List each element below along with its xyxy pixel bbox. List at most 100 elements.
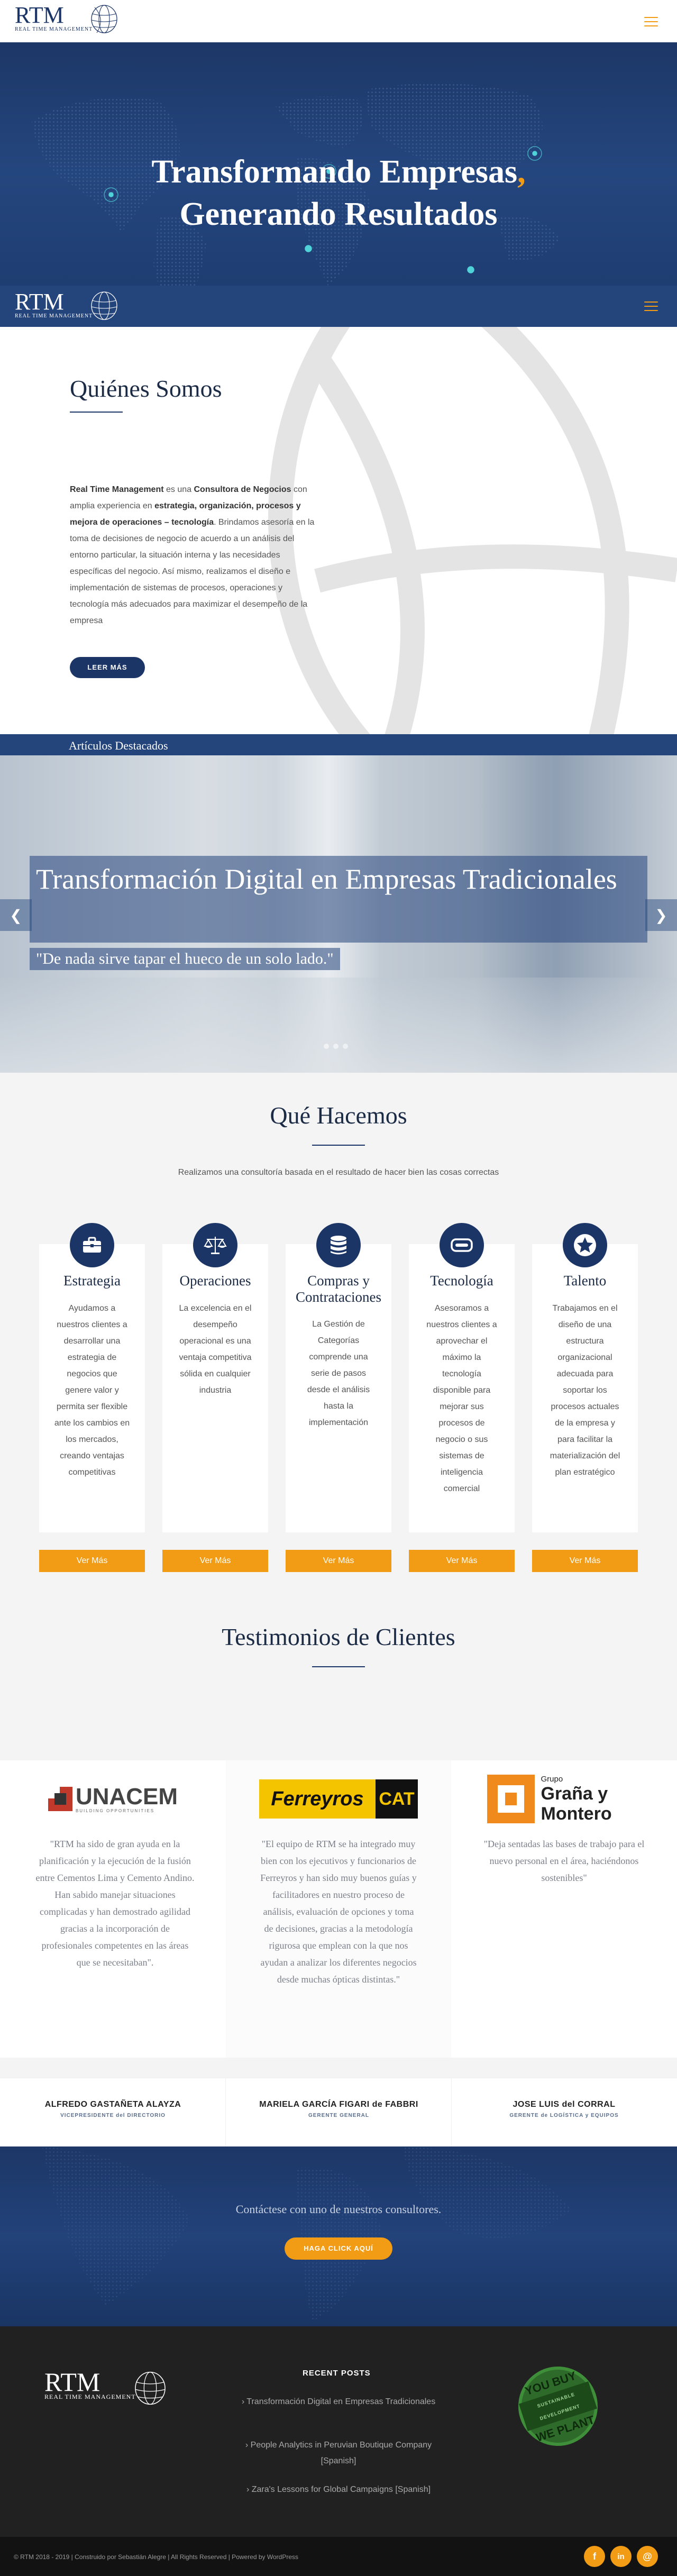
- service-card-title: Tecnología: [430, 1273, 493, 1289]
- gym-mark-icon: [487, 1775, 535, 1823]
- sticky-logo[interactable]: RTM REAL TIME MANAGEMENT: [15, 290, 119, 322]
- cta-text: Contáctese con uno de nuestros consultor…: [235, 2203, 442, 2216]
- ferreyros-logo: Ferreyros CAT: [259, 1779, 418, 1819]
- facebook-icon[interactable]: f: [584, 2546, 605, 2567]
- site-footer: RTM REAL TIME MANAGEMENT RECENT POSTS › …: [0, 2326, 677, 2537]
- slide-title[interactable]: Transformación Digital en Empresas Tradi…: [30, 856, 647, 943]
- hero-title: Transformando Empresas, Generando Result…: [0, 151, 677, 235]
- logo-text: RTM REAL TIME MANAGEMENT: [15, 2, 93, 33]
- gym-name: Graña y Montero: [541, 1783, 612, 1824]
- unacem-wordmark: UNACEM BUILDING OPPORTUNITIES: [76, 1785, 178, 1813]
- gym-logo: Grupo Graña y Montero: [487, 1775, 642, 1824]
- title-underline: [312, 1145, 365, 1146]
- unacem-mark-icon: [48, 1787, 72, 1811]
- chevron-right-icon[interactable]: ❯: [645, 899, 677, 931]
- recent-post-label: Zara's Lessons for Global Campaigns [Spa…: [251, 2485, 431, 2494]
- globe-icon: [91, 291, 117, 320]
- about-title: Quiénes Somos: [70, 375, 222, 402]
- footer-logo-text: RTM REAL TIME MANAGEMENT: [44, 2367, 136, 2401]
- client-logo-gym: Grupo Graña y Montero: [451, 1770, 677, 1828]
- logo-wordmark: RTM: [15, 2, 64, 28]
- leer-mas-button[interactable]: LEER MÁS: [70, 657, 145, 678]
- slide-quote: "De nada sirve tapar el hueco de un solo…: [30, 948, 340, 970]
- author-role: GERENTE GENERAL: [308, 2113, 369, 2118]
- recent-post-link[interactable]: › People Analytics in Peruvian Boutique …: [233, 2437, 444, 2469]
- hero-title-line1: Transformando Empresas: [151, 154, 518, 190]
- sticky-logo-text: RTM REAL TIME MANAGEMENT: [15, 290, 93, 319]
- service-card-title: Compras y Contrataciones: [296, 1273, 381, 1305]
- service-card-estrategia: Estrategia Ayudamos a nuestros clientes …: [39, 1223, 145, 1572]
- unacem-logo: UNACEM BUILDING OPPORTUNITIES: [48, 1785, 178, 1813]
- about-paragraph: Real Time Management es una Consultora d…: [70, 481, 324, 629]
- globe-icon: [91, 5, 117, 33]
- author-role: VICEPRESIDENTE del DIRECTORIO: [60, 2113, 166, 2118]
- footer-logo[interactable]: RTM REAL TIME MANAGEMENT: [44, 2367, 168, 2407]
- services-intro: Realizamos una consultoría basada en el …: [178, 1168, 499, 1177]
- client-logo-unacem: UNACEM BUILDING OPPORTUNITIES: [0, 1770, 226, 1828]
- logo-tagline: REAL TIME MANAGEMENT: [15, 26, 93, 32]
- copyright-text: © RTM 2018 - 2019 | Construido por Sebas…: [14, 2553, 299, 2561]
- contact-cta-section: Contáctese con uno de nuestros consultor…: [0, 2146, 677, 2326]
- about-company: Real Time Management: [70, 485, 164, 494]
- recent-post-label: People Analytics in Peruvian Boutique Co…: [250, 2441, 432, 2465]
- service-card-text: La excelencia en el desempeño operaciona…: [179, 1304, 252, 1395]
- ver-mas-button[interactable]: Ver Más: [409, 1550, 515, 1572]
- service-card-tecnologia: Tecnología Asesoramos a nuestros cliente…: [409, 1223, 515, 1572]
- slider-dot[interactable]: [333, 1044, 338, 1049]
- sticky-header: RTM REAL TIME MANAGEMENT: [0, 286, 677, 327]
- service-card-text: Trabajamos en el diseño de una estructur…: [550, 1304, 620, 1477]
- page: RTM REAL TIME MANAGEMENT Transformando E…: [0, 0, 677, 2576]
- unacem-name: UNACEM: [75, 1783, 178, 1810]
- featured-articles-slider[interactable]: Transformación Digital en Empresas Tradi…: [0, 755, 677, 1073]
- briefcase-icon: [70, 1223, 114, 1267]
- sticky-logo-tagline: REAL TIME MANAGEMENT: [15, 313, 93, 319]
- testimonial-quote: "Deja sentadas las bases de trabajo para…: [483, 1839, 645, 1883]
- star-icon: [563, 1223, 607, 1267]
- site-header: RTM REAL TIME MANAGEMENT: [0, 0, 677, 42]
- slider-dot[interactable]: [324, 1044, 329, 1049]
- title-underline: [70, 412, 123, 413]
- testimonial-author: MARIELA GARCÍA FIGARI de FABBRI GERENTE …: [226, 2100, 452, 2118]
- site-logo[interactable]: RTM REAL TIME MANAGEMENT: [15, 3, 119, 35]
- ver-mas-button[interactable]: Ver Más: [286, 1550, 391, 1572]
- testimonial-card: Ferreyros CAT "El equipo de RTM se ha in…: [226, 1760, 451, 2058]
- hard-drive-icon: [440, 1223, 484, 1267]
- hamburger-icon[interactable]: [644, 17, 658, 26]
- sustainability-badge: YOU BUY SUSTAINABLE DEVELOPMENT WE PLANT: [508, 2356, 608, 2456]
- hero-title-line2: Generando Resultados: [179, 196, 498, 232]
- hamburger-icon[interactable]: [644, 302, 658, 311]
- service-card-title: Talento: [563, 1273, 607, 1289]
- hero-section: Transformando Empresas, Generando Result…: [0, 42, 677, 328]
- service-card-compras: Compras y Contrataciones La Gestión de C…: [286, 1223, 391, 1572]
- gym-wordmark: Grupo Graña y Montero: [541, 1775, 642, 1824]
- recent-post-link[interactable]: › Transformación Digital en Empresas Tra…: [233, 2394, 444, 2410]
- email-icon[interactable]: @: [637, 2546, 658, 2567]
- ver-mas-button[interactable]: Ver Más: [39, 1550, 145, 1572]
- services-section: Qué Hacemos Realizamos una consultoría b…: [0, 1073, 677, 1575]
- hero-title-accent: ,: [517, 154, 526, 190]
- author-name: ALFREDO GASTAÑETA ALAYZA: [44, 2100, 181, 2109]
- linkedin-icon[interactable]: in: [610, 2546, 632, 2567]
- ferreyros-wordmark: Ferreyros: [259, 1779, 376, 1819]
- recent-post-link[interactable]: › Zara's Lessons for Global Campaigns [S…: [233, 2482, 444, 2498]
- cat-wordmark: CAT: [376, 1779, 418, 1819]
- slider-pagination: [324, 1044, 348, 1049]
- recent-posts-title: RECENT POSTS: [303, 2369, 371, 2378]
- articles-bar: Artículos Destacados: [0, 734, 677, 755]
- service-card-operaciones: Operaciones La excelencia en el desempeñ…: [162, 1223, 268, 1572]
- testimonial-author: ALFREDO GASTAÑETA ALAYZA VICEPRESIDENTE …: [0, 2100, 226, 2118]
- contact-button[interactable]: HAGA CLICK AQUÍ: [285, 2237, 392, 2260]
- footer-logo-tagline: REAL TIME MANAGEMENT: [44, 2393, 136, 2400]
- ver-mas-button[interactable]: Ver Más: [532, 1550, 638, 1572]
- about-section: Quiénes Somos Real Time Management es un…: [0, 327, 677, 734]
- client-logo-ferreyros: Ferreyros CAT: [226, 1770, 451, 1828]
- chevron-left-icon[interactable]: ❮: [0, 899, 32, 931]
- world-map-illustration: [42, 2146, 571, 2321]
- footer-logo-wordmark: RTM: [44, 2367, 100, 2397]
- service-card-title: Operaciones: [179, 1273, 251, 1289]
- ver-mas-button[interactable]: Ver Más: [162, 1550, 268, 1572]
- slider-dot[interactable]: [343, 1044, 348, 1049]
- database-icon: [316, 1223, 361, 1267]
- testimonials-title: Testimonios de Clientes: [222, 1623, 455, 1650]
- service-card-text: La Gestión de Categorías comprende una s…: [307, 1320, 370, 1427]
